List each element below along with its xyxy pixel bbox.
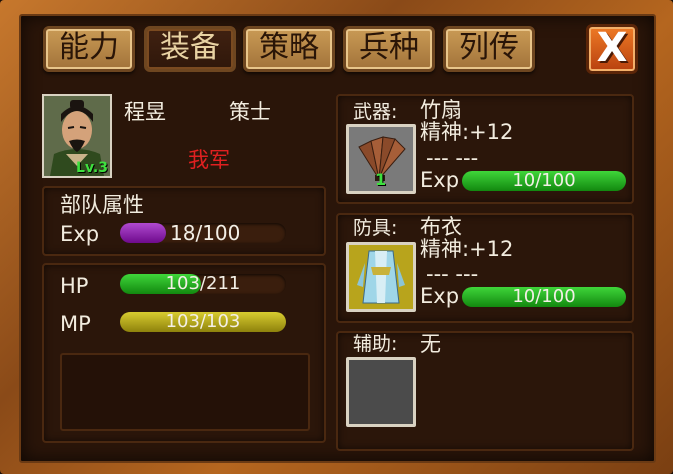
hero-class: 策士: [229, 100, 271, 124]
window-frame: 能力 装备 策略 兵种 列传 X Lv.3 程昱 策士 我军 部队属性 Exp: [0, 0, 673, 474]
armor-slot-label: 防具:: [353, 217, 398, 239]
equipment-panel: 能力 装备 策略 兵种 列传 X Lv.3 程昱 策士 我军 部队属性 Exp: [19, 14, 656, 463]
hp-value: 103/211: [165, 273, 241, 294]
hero-portrait[interactable]: Lv.3: [42, 94, 112, 178]
armor-exp-label: Exp: [420, 284, 460, 308]
tab-biography[interactable]: 列传: [443, 26, 535, 72]
close-icon: X: [596, 25, 628, 71]
troop-attributes-title: 部队属性: [60, 193, 144, 217]
armor-exp-value: 10/100: [512, 286, 576, 307]
armor-stat: 精神:+12: [420, 237, 514, 261]
weapon-extra: --- ---: [426, 146, 479, 170]
weapon-stat: 精神:+12: [420, 120, 514, 144]
armor-slot[interactable]: [346, 242, 416, 312]
accessory-slot[interactable]: [346, 357, 416, 427]
close-button[interactable]: X: [586, 24, 638, 74]
tab-unit-type[interactable]: 兵种: [343, 26, 435, 72]
weapon-exp-label: Exp: [420, 168, 460, 192]
weapon-exp-bar: 10/100: [462, 171, 626, 191]
mp-label: MP: [60, 312, 91, 336]
weapon-exp-value: 10/100: [512, 170, 576, 191]
empty-info-box: [60, 353, 310, 431]
weapon-name: 竹扇: [420, 98, 462, 122]
weapon-slot-label: 武器:: [353, 101, 398, 123]
armor-extra: --- ---: [426, 262, 479, 286]
troop-exp-value: 18/100: [170, 221, 241, 245]
tab-strategy[interactable]: 策略: [243, 26, 335, 72]
hp-label: HP: [60, 274, 89, 298]
hero-level: Lv.3: [76, 160, 108, 176]
hp-bar: 103/211: [120, 274, 286, 294]
troop-exp-label: Exp: [60, 222, 100, 246]
weapon-slot[interactable]: 1: [346, 124, 416, 194]
mp-value: 103/103: [165, 311, 241, 332]
accessory-slot-label: 辅助:: [353, 333, 398, 355]
hero-name: 程昱: [124, 100, 166, 124]
mp-bar: 103/103: [120, 312, 286, 332]
troop-exp-bar: 18/100: [120, 223, 286, 243]
weapon-count: 1: [375, 170, 387, 189]
accessory-name: 无: [420, 332, 441, 356]
armor-exp-bar: 10/100: [462, 287, 626, 307]
tab-ability[interactable]: 能力: [43, 26, 135, 72]
hero-faction: 我军: [188, 148, 230, 172]
cloth-robe-icon: [349, 245, 413, 309]
tab-equipment[interactable]: 装备: [144, 26, 236, 72]
armor-name: 布衣: [420, 215, 462, 239]
